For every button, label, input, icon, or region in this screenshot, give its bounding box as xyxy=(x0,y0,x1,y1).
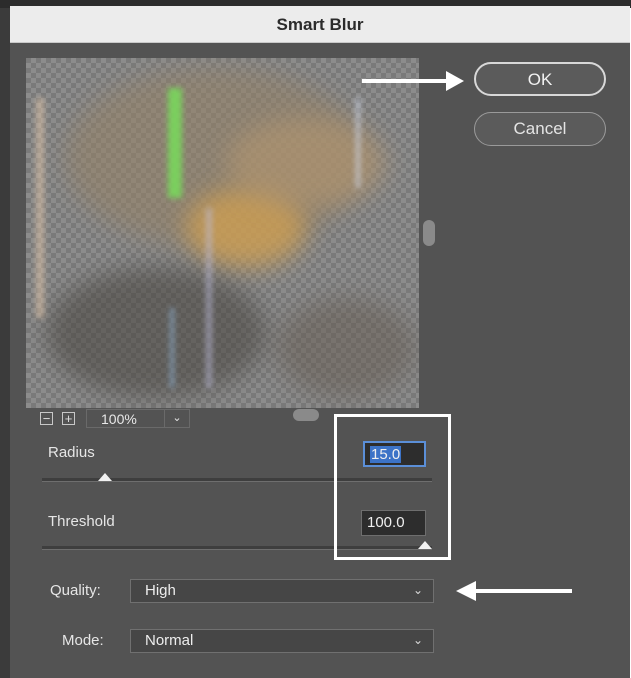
arrow-right-icon xyxy=(362,71,464,91)
zoom-level-field[interactable]: 100% ⌄ xyxy=(86,409,190,428)
preview-image[interactable] xyxy=(26,58,419,408)
preview-streak xyxy=(356,98,360,188)
preview-streak xyxy=(170,308,174,388)
quality-label: Quality: xyxy=(50,582,101,599)
preview-streak xyxy=(36,98,44,318)
preview-vertical-scroll-thumb[interactable] xyxy=(423,220,435,246)
quality-dropdown[interactable]: High ⌄ xyxy=(130,579,434,603)
mode-dropdown[interactable]: Normal ⌄ xyxy=(130,629,434,653)
quality-value: High xyxy=(145,582,176,599)
preview-blob xyxy=(46,268,266,398)
radius-label: Radius xyxy=(48,444,95,461)
arrow-left-icon xyxy=(456,581,572,601)
zoom-level-value: 100% xyxy=(101,411,137,427)
zoom-in-button[interactable]: + xyxy=(62,412,75,425)
chevron-down-icon: ⌄ xyxy=(412,633,423,647)
annotation-highlight-box xyxy=(334,414,451,560)
zoom-out-button[interactable]: − xyxy=(40,412,53,425)
preview-blob xyxy=(226,118,386,208)
mode-label: Mode: xyxy=(62,632,104,649)
dialog-title: Smart Blur xyxy=(276,15,364,34)
threshold-label: Threshold xyxy=(48,513,115,530)
preview-streak xyxy=(168,88,182,198)
preview-streak xyxy=(206,208,212,388)
chevron-down-icon[interactable]: ⌄ xyxy=(164,410,189,427)
radius-slider-thumb[interactable] xyxy=(98,473,113,481)
smart-blur-dialog: Smart Blur − + 100% ⌄ OK Cancel Radius 1… xyxy=(10,6,630,678)
preview-blob xyxy=(276,298,416,398)
chevron-down-icon: ⌄ xyxy=(412,583,423,597)
mode-value: Normal xyxy=(145,632,194,649)
title-bar: Smart Blur xyxy=(10,6,630,43)
cancel-button[interactable]: Cancel xyxy=(474,112,606,146)
ok-button[interactable]: OK xyxy=(474,62,606,96)
